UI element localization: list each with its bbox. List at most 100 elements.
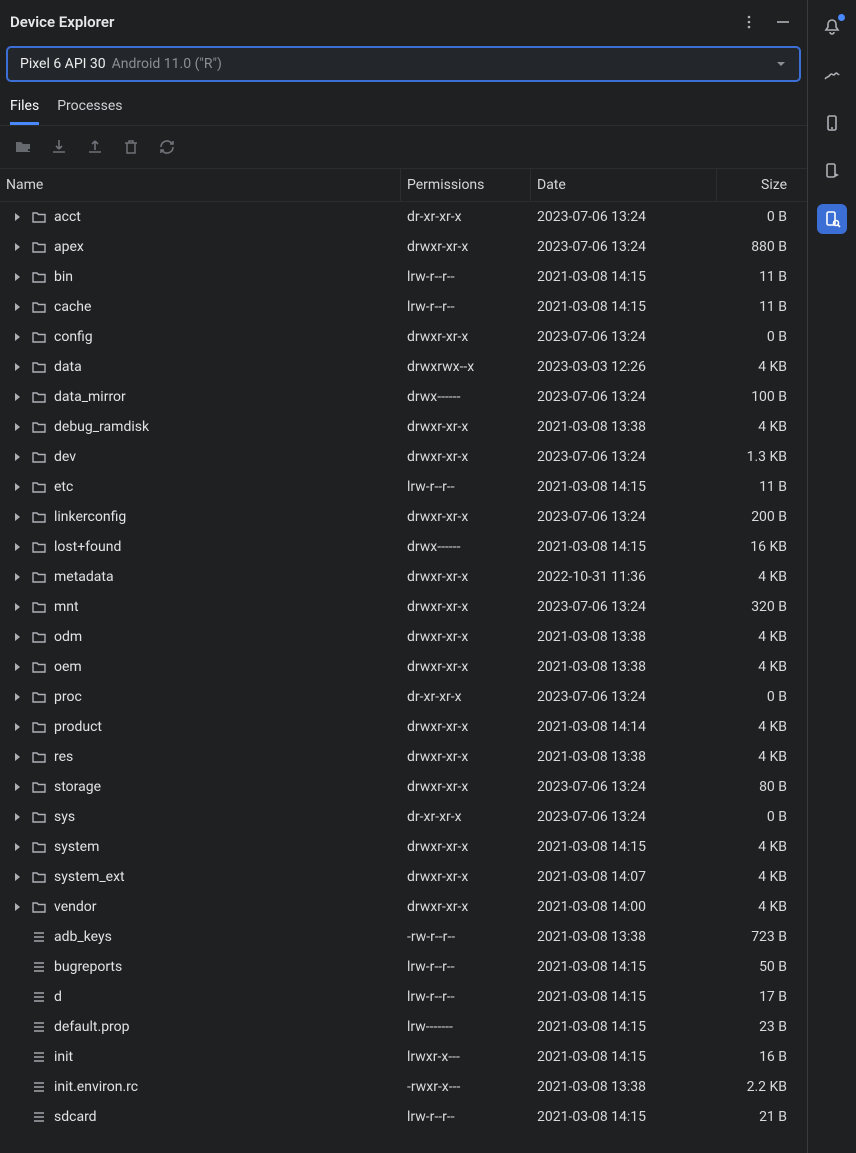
permissions-cell: drwxr-xr-x <box>401 861 531 893</box>
device-icon <box>823 114 841 132</box>
chevron-right-icon <box>12 272 22 282</box>
upload-button[interactable] <box>84 136 106 158</box>
expand-toggle[interactable] <box>10 900 24 914</box>
expand-toggle[interactable] <box>10 240 24 254</box>
table-row[interactable]: etclrw-r--r--2021-03-08 14:1511 B <box>0 472 807 502</box>
table-row[interactable]: bugreportslrw-r--r--2021-03-08 14:1550 B <box>0 952 807 982</box>
table-row[interactable]: configdrwxr-xr-x2023-07-06 13:240 B <box>0 322 807 352</box>
date-cell: 2021-03-08 13:38 <box>531 741 717 773</box>
table-row[interactable]: productdrwxr-xr-x2021-03-08 14:144 KB <box>0 712 807 742</box>
name-cell: debug_ramdisk <box>0 418 401 436</box>
expand-toggle[interactable] <box>10 510 24 524</box>
table-row[interactable]: debug_ramdiskdrwxr-xr-x2021-03-08 13:384… <box>0 412 807 442</box>
expand-toggle[interactable] <box>10 780 24 794</box>
expand-toggle[interactable] <box>10 210 24 224</box>
expand-toggle[interactable] <box>10 720 24 734</box>
table-row[interactable]: lost+founddrwx------2021-03-08 14:1516 K… <box>0 532 807 562</box>
device-explorer-button[interactable] <box>817 204 847 234</box>
minimize-button[interactable] <box>771 10 795 34</box>
download-button[interactable] <box>48 136 70 158</box>
table-row[interactable]: linkerconfigdrwxr-xr-x2023-07-06 13:2420… <box>0 502 807 532</box>
table-row[interactable]: storagedrwxr-xr-x2023-07-06 13:2480 B <box>0 772 807 802</box>
expand-toggle[interactable] <box>10 750 24 764</box>
profiler-button[interactable] <box>817 60 847 90</box>
table-row[interactable]: vendordrwxr-xr-x2021-03-08 14:004 KB <box>0 892 807 922</box>
folder-icon <box>30 208 48 226</box>
table-row[interactable]: default.proplrw-------2021-03-08 14:1523… <box>0 1012 807 1042</box>
table-row[interactable]: odmdrwxr-xr-x2021-03-08 13:384 KB <box>0 622 807 652</box>
name-cell: cache <box>0 298 401 316</box>
expand-toggle[interactable] <box>10 450 24 464</box>
expand-toggle[interactable] <box>10 660 24 674</box>
column-header-date[interactable]: Date <box>531 169 717 201</box>
more-options-button[interactable] <box>737 10 761 34</box>
folder-icon <box>30 778 48 796</box>
expand-toggle[interactable] <box>10 480 24 494</box>
table-row[interactable]: resdrwxr-xr-x2021-03-08 13:384 KB <box>0 742 807 772</box>
new-folder-button[interactable] <box>12 136 34 158</box>
column-header-permissions[interactable]: Permissions <box>401 169 531 201</box>
table-row[interactable]: datadrwxrwx--x2023-03-03 12:264 KB <box>0 352 807 382</box>
table-row[interactable]: systemdrwxr-xr-x2021-03-08 14:154 KB <box>0 832 807 862</box>
expand-toggle[interactable] <box>10 810 24 824</box>
column-header-name[interactable]: Name <box>0 169 401 201</box>
file-name: config <box>54 329 93 345</box>
expand-toggle[interactable] <box>10 390 24 404</box>
trash-icon <box>122 138 140 156</box>
size-cell: 0 B <box>717 801 807 833</box>
size-cell: 4 KB <box>717 561 807 593</box>
table-row[interactable]: oemdrwxr-xr-x2021-03-08 13:384 KB <box>0 652 807 682</box>
expand-toggle[interactable] <box>10 570 24 584</box>
table-row[interactable]: init.environ.rc-rwxr-x---2021-03-08 13:3… <box>0 1072 807 1102</box>
date-cell: 2021-03-08 14:15 <box>531 1101 717 1133</box>
delete-button[interactable] <box>120 136 142 158</box>
device-manager-button[interactable] <box>817 108 847 138</box>
name-cell: metadata <box>0 568 401 586</box>
expand-toggle[interactable] <box>10 540 24 554</box>
refresh-button[interactable] <box>156 136 178 158</box>
size-cell: 4 KB <box>717 891 807 923</box>
table-row[interactable]: procdr-xr-xr-x2023-07-06 13:240 B <box>0 682 807 712</box>
expand-toggle[interactable] <box>10 840 24 854</box>
size-cell: 200 B <box>717 501 807 533</box>
table-row[interactable]: initlrwxr-x---2021-03-08 14:1516 B <box>0 1042 807 1072</box>
expand-toggle[interactable] <box>10 600 24 614</box>
tab-files[interactable]: Files <box>10 90 39 125</box>
expand-toggle[interactable] <box>10 330 24 344</box>
name-cell: proc <box>0 688 401 706</box>
permissions-cell: drwxr-xr-x <box>401 891 531 923</box>
date-cell: 2021-03-08 14:14 <box>531 711 717 743</box>
expand-toggle[interactable] <box>10 360 24 374</box>
expand-toggle[interactable] <box>10 870 24 884</box>
date-cell: 2021-03-08 14:15 <box>531 1041 717 1073</box>
tab-processes[interactable]: Processes <box>57 90 122 125</box>
expand-toggle[interactable] <box>10 630 24 644</box>
notifications-button[interactable] <box>817 12 847 42</box>
running-devices-button[interactable] <box>817 156 847 186</box>
name-cell: vendor <box>0 898 401 916</box>
expand-toggle[interactable] <box>10 420 24 434</box>
table-row[interactable]: binlrw-r--r--2021-03-08 14:1511 B <box>0 262 807 292</box>
date-cell: 2021-03-08 14:07 <box>531 861 717 893</box>
table-row[interactable]: devdrwxr-xr-x2023-07-06 13:241.3 KB <box>0 442 807 472</box>
expand-toggle[interactable] <box>10 270 24 284</box>
table-row[interactable]: system_extdrwxr-xr-x2021-03-08 14:074 KB <box>0 862 807 892</box>
table-row[interactable]: metadatadrwxr-xr-x2022-10-31 11:364 KB <box>0 562 807 592</box>
table-row[interactable]: data_mirrordrwx------2023-07-06 13:24100… <box>0 382 807 412</box>
device-select-dropdown[interactable]: Pixel 6 API 30 Android 11.0 ("R") <box>6 46 801 82</box>
table-row[interactable]: sdcardlrw-r--r--2021-03-08 14:1521 B <box>0 1102 807 1132</box>
table-row[interactable]: acctdr-xr-xr-x2023-07-06 13:240 B <box>0 202 807 232</box>
table-row[interactable]: adb_keys-rw-r--r--2021-03-08 13:38723 B <box>0 922 807 952</box>
table-row[interactable]: apexdrwxr-xr-x2023-07-06 13:24880 B <box>0 232 807 262</box>
expand-toggle[interactable] <box>10 690 24 704</box>
column-header-size[interactable]: Size <box>717 169 807 201</box>
file-name: data <box>54 359 82 375</box>
table-row[interactable]: dlrw-r--r--2021-03-08 14:1517 B <box>0 982 807 1012</box>
table-row[interactable]: mntdrwxr-xr-x2023-07-06 13:24320 B <box>0 592 807 622</box>
table-row[interactable]: cachelrw-r--r--2021-03-08 14:1511 B <box>0 292 807 322</box>
date-cell: 2023-07-06 13:24 <box>531 591 717 623</box>
expand-toggle[interactable] <box>10 300 24 314</box>
name-cell: data <box>0 358 401 376</box>
table-row[interactable]: sysdr-xr-xr-x2023-07-06 13:240 B <box>0 802 807 832</box>
date-cell: 2021-03-08 13:38 <box>531 411 717 443</box>
